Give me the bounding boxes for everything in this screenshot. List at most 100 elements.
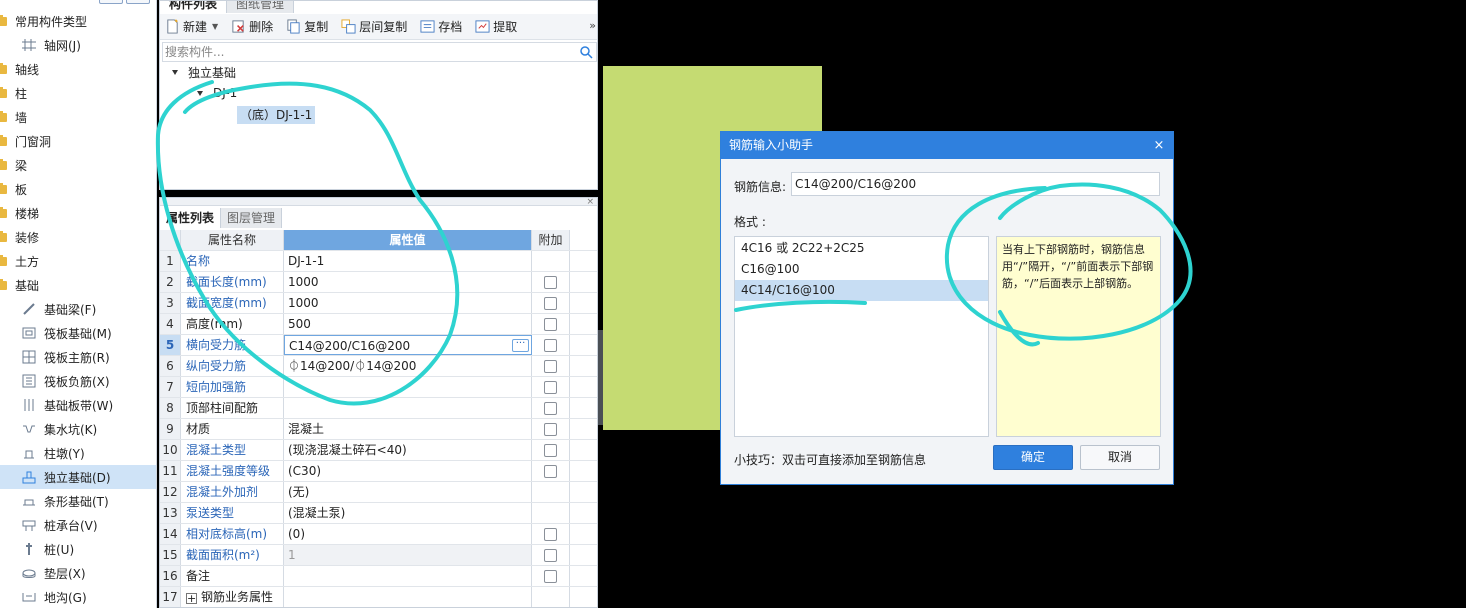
property-row[interactable]: 6 纵向受力筋 ⏀14@200/⏀14@200 [160,356,597,377]
property-value[interactable]: C14@200/C16@200 ··· [284,335,532,355]
tree-folder-item[interactable]: 土方 [0,249,156,273]
tree-folder-item[interactable]: 楼梯 [0,201,156,225]
property-value[interactable]: 1 [284,545,532,565]
tree-folder-item[interactable]: 装修 [0,225,156,249]
attach-checkbox[interactable] [544,296,557,310]
property-value[interactable]: 500 [284,314,532,334]
tree-folder-item[interactable]: 轴线 [0,57,156,81]
property-row[interactable]: 2 截面长度(mm) 1000 [160,272,597,293]
property-value[interactable]: (无) [284,482,532,502]
attach-checkbox[interactable] [544,569,557,583]
property-row[interactable]: 16 备注 [160,566,597,587]
tree-component-item[interactable]: 基础梁(F) [0,297,156,321]
attach-checkbox[interactable] [544,338,557,352]
tab-drawing-management[interactable]: 图纸管理 [227,1,295,13]
property-row[interactable]: 10 混凝土类型 (现浇混凝土碎石<40) [160,440,597,461]
tree-component-item[interactable]: 独立基础(D) [0,465,156,489]
tree-node-dj-1[interactable]: DJ-1 [197,83,237,103]
property-row[interactable]: 8 顶部柱间配筋 [160,398,597,419]
tree-component-item[interactable]: 条形基础(T) [0,489,156,513]
property-row[interactable]: 5 横向受力筋 C14@200/C16@200 ··· [160,335,597,356]
component-search-input[interactable] [163,43,568,61]
property-value[interactable]: (0) [284,524,532,544]
format-item[interactable]: C16@100 [735,259,988,280]
tree-expand-button[interactable] [126,0,150,4]
panel-splitter[interactable] [160,198,597,206]
attach-checkbox[interactable] [544,359,557,373]
tree-component-item[interactable]: 筏板基础(M) [0,321,156,345]
property-value[interactable] [284,587,532,607]
tab-property-list[interactable]: 属性列表 [160,208,222,228]
property-value[interactable]: 1000 [284,272,532,292]
tab-component-list[interactable]: 构件列表 [160,1,228,13]
tree-collapse-button[interactable] [99,0,123,4]
property-row[interactable]: 12 混凝土外加剂 (无) [160,482,597,503]
property-value[interactable]: (现浇混凝土碎石<40) [284,440,532,460]
attach-checkbox[interactable] [544,548,557,562]
save-button[interactable]: 存档 [419,18,462,35]
tree-component-item[interactable]: 柱墩(Y) [0,441,156,465]
tree-component-item[interactable]: 筏板主筋(R) [0,345,156,369]
new-dropdown-icon[interactable]: ▼ [212,22,218,31]
attach-checkbox[interactable] [544,317,557,331]
property-row[interactable]: 15 截面面积(m²) 1 [160,545,597,566]
property-value[interactable]: 1000 [284,293,532,313]
tree-component-item[interactable]: 轴网(J) [0,33,156,57]
tree-folder-item[interactable]: 板 [0,177,156,201]
attach-checkbox[interactable] [544,380,557,394]
tree-folder-item[interactable]: 墙 [0,105,156,129]
tree-folder-item[interactable]: 常用构件类型 [0,9,156,33]
format-item-selected[interactable]: 4C14/C16@100 [735,280,988,301]
tree-component-item[interactable]: 地沟(G) [0,585,156,608]
format-item[interactable]: 4C16 或 2C22+2C25 [735,238,988,259]
property-row[interactable]: 1 名称 DJ-1-1 [160,251,597,272]
close-icon[interactable]: × [586,198,594,207]
property-value[interactable] [284,377,532,397]
tree-component-item[interactable]: 筏板负筋(X) [0,369,156,393]
cancel-button[interactable]: 取消 [1080,445,1160,470]
collapse-triangle-icon[interactable] [197,90,203,96]
collapse-triangle-icon[interactable] [172,69,178,75]
tree-component-item[interactable]: 桩(U) [0,537,156,561]
attach-checkbox[interactable] [544,422,557,436]
property-row[interactable]: 13 泵送类型 (混凝土泵) [160,503,597,524]
tree-folder-item[interactable]: 基础 [0,273,156,297]
property-value[interactable]: (C30) [284,461,532,481]
property-value[interactable]: DJ-1-1 [284,251,532,271]
extract-button[interactable]: 提取 [474,18,517,35]
tab-layer-management[interactable]: 图层管理 [221,208,283,228]
property-row[interactable]: 17 + 钢筋业务属性 [160,587,597,607]
property-row[interactable]: 14 相对底标高(m) (0) [160,524,597,545]
property-row[interactable]: 4 高度(mm) 500 [160,314,597,335]
rebar-info-input[interactable] [792,173,1159,195]
property-row[interactable]: 9 材质 混凝土 [160,419,597,440]
ok-button[interactable]: 确定 [993,445,1073,470]
property-value[interactable]: (混凝土泵) [284,503,532,523]
attach-checkbox[interactable] [544,443,557,457]
tree-component-item[interactable]: 集水坑(K) [0,417,156,441]
close-icon[interactable]: × [1151,132,1167,159]
tree-component-item[interactable]: 基础板带(W) [0,393,156,417]
property-value[interactable]: ⏀14@200/⏀14@200 [284,356,532,376]
property-row[interactable]: 3 截面宽度(mm) 1000 [160,293,597,314]
tree-node-independent-footing[interactable]: 独立基础 [172,62,236,82]
ellipsis-button[interactable]: ··· [512,339,529,352]
toolbar-more-icon[interactable]: » [589,19,596,32]
tree-node-dj-1-1[interactable]: （底）DJ-1-1 [237,105,316,125]
property-row[interactable]: 7 短向加强筋 [160,377,597,398]
tree-folder-item[interactable]: 梁 [0,153,156,177]
attach-checkbox[interactable] [544,401,557,415]
expand-plus-icon[interactable]: + [186,593,197,604]
tree-folder-item[interactable]: 门窗洞 [0,129,156,153]
new-button[interactable]: 新建 ▼ [164,18,218,35]
tree-component-item[interactable]: 桩承台(V) [0,513,156,537]
property-value[interactable] [284,566,532,586]
attach-checkbox[interactable] [544,527,557,541]
tree-folder-item[interactable]: 柱 [0,81,156,105]
property-value[interactable]: 混凝土 [284,419,532,439]
search-icon[interactable] [579,45,593,59]
property-row[interactable]: 11 混凝土强度等级 (C30) [160,461,597,482]
delete-button[interactable]: 删除 [230,18,273,35]
tree-component-item[interactable]: 垫层(X) [0,561,156,585]
attach-checkbox[interactable] [544,464,557,478]
